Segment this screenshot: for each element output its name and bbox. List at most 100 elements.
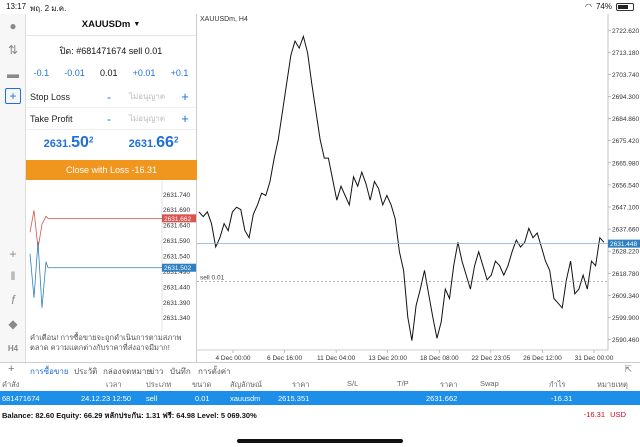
bid-price: 2631.502 <box>43 134 94 151</box>
y-tick-label: 2599.900 <box>612 315 639 322</box>
volume-plus-01-button[interactable]: +0.1 <box>171 68 189 78</box>
col-symbol: สัญลักษณ์ <box>230 380 263 389</box>
stop-loss-minus-button[interactable]: - <box>102 90 116 104</box>
tick-chart: 2631.740 2631.690 2631.640 2631.590 2631.540… <box>29 181 196 331</box>
col-profit: กำไร <box>549 380 566 389</box>
col-swap: Swap <box>480 379 499 388</box>
mini-tick-label: 2631.340 <box>163 315 190 322</box>
cell-open-price: 2615.351 <box>278 394 310 403</box>
wifi-icon: ◠ <box>585 2 592 11</box>
mini-bid-label: 2631.502 <box>164 265 191 272</box>
bottom-tab-bar: + การซื้อขาย ประวัติ กล่องจดหมาย ข่าว บั… <box>0 362 640 376</box>
new-order-icon[interactable]: + <box>5 88 21 104</box>
col-comment: หมายเหตุ <box>597 380 628 389</box>
col-sl: S/L <box>347 379 359 388</box>
account-icon[interactable]: ● <box>5 18 21 34</box>
balance-text: Balance: 82.60 Equity: 66.29 หลักประกัน:… <box>2 411 257 420</box>
mini-tick-label: 2631.690 <box>163 207 190 214</box>
order-line-label: sell 0.01 <box>200 274 225 281</box>
y-tick-label: 2618.780 <box>612 271 639 278</box>
home-indicator <box>237 439 403 443</box>
stop-loss-row: Stop Loss - ไม่อนุญาต + <box>26 86 196 108</box>
x-tick-label: 4 Dec 00:00 <box>215 355 250 362</box>
add-icon[interactable]: + <box>8 363 14 375</box>
cell-profit: -16.31 <box>551 394 573 403</box>
take-profit-minus-button[interactable]: - <box>102 112 116 126</box>
x-tick-label: 11 Dec 04:00 <box>317 355 356 362</box>
volume-value[interactable]: 0.01 <box>100 68 118 78</box>
mini-tick-label: 2631.590 <box>163 238 190 245</box>
x-tick-label: 6 Dec 16:00 <box>267 355 302 362</box>
volume-minus-01-button[interactable]: -0.1 <box>34 68 50 78</box>
mini-tick-label: 2631.740 <box>163 192 190 199</box>
left-rail: ● ⇅ ▬ + + ‖ f ◆ H4 <box>0 14 26 374</box>
symbol-selector[interactable]: XAUUSDm ▼ <box>26 14 196 36</box>
symbol-name: XAUUSDm <box>81 19 131 30</box>
mini-tick-label: 2631.390 <box>163 300 190 307</box>
col-type: ประเภท <box>146 380 172 389</box>
order-panel: XAUUSDm ▼ ปิด: #681471674 sell 0.01 -0.1… <box>26 14 197 374</box>
volume-minus-001-button[interactable]: -0.01 <box>64 68 85 78</box>
mini-tick-label: 2631.440 <box>163 284 190 291</box>
export-icon[interactable]: ⇱ <box>624 364 632 375</box>
cell-symbol: xauusdm <box>230 394 261 403</box>
col-time: เวลา <box>106 380 122 389</box>
volume-row: -0.1 -0.01 0.01 +0.01 +0.1 <box>26 64 196 82</box>
objects-icon[interactable]: ◆ <box>5 316 21 332</box>
mini-tick-label: 2631.640 <box>163 223 190 230</box>
y-tick-label: 2713.180 <box>612 50 639 57</box>
ask-price: 2631.662 <box>128 134 179 151</box>
col-price: ราคา <box>292 380 310 389</box>
x-tick-label: 26 Dec 12:00 <box>523 355 562 362</box>
cell-current-price: 2631.662 <box>426 394 458 403</box>
x-tick-label: 13 Dec 20:00 <box>368 355 407 362</box>
market-warning: คำเตือน! การซื้อขายจะถูกดำเนินการตามสภาพ… <box>30 333 182 352</box>
price-chart-svg: 2722.620 2713.180 2703.740 2694.300 2684.860… <box>197 14 640 362</box>
cell-order: 681471674 <box>2 394 40 403</box>
mini-ask-ticks <box>29 210 49 249</box>
x-tick-label: 31 Dec 00:00 <box>575 355 614 362</box>
mini-tick-label: 2631.540 <box>163 254 190 261</box>
close-position-button[interactable]: Close with Loss -16.31 <box>26 160 197 180</box>
status-right: ◠ 74% <box>585 2 634 11</box>
price-series-line <box>198 34 605 341</box>
stop-loss-plus-button[interactable]: + <box>178 89 192 104</box>
col-current-price: ราคา <box>440 380 458 389</box>
function-icon[interactable]: f <box>5 292 21 308</box>
take-profit-row: Take Profit - ไม่อนุญาต + <box>26 108 196 130</box>
mini-ask-label: 2631.662 <box>164 216 191 223</box>
stop-loss-field[interactable]: ไม่อนุญาต <box>116 90 178 103</box>
battery-icon <box>616 2 634 11</box>
balance-row: Balance: 82.60 Equity: 66.29 หลักประกัน:… <box>0 408 640 422</box>
cell-time: 24.12.23 12:50 <box>81 394 132 403</box>
volume-plus-001-button[interactable]: +0.01 <box>133 68 156 78</box>
mini-bid-ticks <box>29 241 49 308</box>
y-tick-label: 2647.100 <box>612 205 639 212</box>
y-tick-label: 2694.300 <box>612 94 639 101</box>
ticket-label: ปิด: #681471674 sell 0.01 <box>59 46 163 56</box>
y-tick-label: 2722.620 <box>612 28 639 35</box>
positions-header: คำสั่ง เวลา ประเภท ขนาด สัญลักษณ์ ราคา S… <box>0 376 640 390</box>
battery-percent: 74% <box>595 2 612 11</box>
timeframe-icon[interactable]: H4 <box>5 340 21 356</box>
main-chart[interactable]: 2722.620 2713.180 2703.740 2694.300 2684.860… <box>197 14 640 362</box>
take-profit-plus-button[interactable]: + <box>178 111 192 126</box>
status-time: 13:17 <box>6 2 27 11</box>
cell-volume: 0.01 <box>195 394 210 403</box>
currency: USD <box>610 410 626 419</box>
trade-icon[interactable]: ⇅ <box>5 42 21 58</box>
chat-icon[interactable]: ▬ <box>5 66 21 82</box>
take-profit-field[interactable]: ไม่อนุญาต <box>116 112 178 125</box>
crosshair-icon[interactable]: + <box>5 246 21 262</box>
position-row[interactable]: 681471674 24.12.23 12:50 sell 0.01 xauus… <box>0 391 640 405</box>
cell-type: sell <box>146 394 158 403</box>
x-tick-label: 18 Dec 08:00 <box>420 355 459 362</box>
y-tick-label: 2703.740 <box>612 72 639 79</box>
indicators-icon[interactable]: ‖ <box>5 268 21 284</box>
y-tick-label: 2684.860 <box>612 116 639 123</box>
caret-down-icon: ▼ <box>133 21 141 28</box>
y-tick-label: 2675.420 <box>612 138 639 145</box>
take-profit-label: Take Profit <box>30 113 73 124</box>
col-tp: T/P <box>397 379 409 388</box>
stop-loss-label: Stop Loss <box>30 91 71 102</box>
